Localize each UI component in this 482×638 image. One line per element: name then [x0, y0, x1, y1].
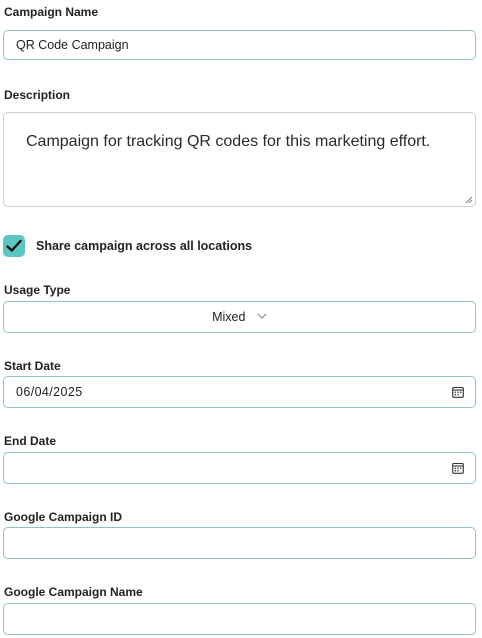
campaign-name-value: QR Code Campaign: [16, 38, 129, 52]
end-date-input[interactable]: [3, 452, 476, 484]
calendar-icon[interactable]: [452, 386, 464, 398]
share-campaign-label[interactable]: Share campaign across all locations: [36, 239, 252, 253]
usage-type-select[interactable]: Mixed: [3, 301, 476, 333]
google-campaign-name-label: Google Campaign Name: [4, 585, 143, 599]
campaign-name-input[interactable]: QR Code Campaign: [3, 30, 476, 60]
chevron-down-icon: [257, 313, 267, 319]
campaign-name-label: Campaign Name: [4, 5, 99, 19]
resize-handle-icon[interactable]: [465, 196, 473, 204]
google-campaign-id-input[interactable]: [3, 527, 476, 559]
end-date-label: End Date: [4, 434, 57, 448]
google-campaign-id-label: Google Campaign ID: [4, 510, 123, 524]
usage-type-display: Mixed: [4, 302, 475, 332]
campaign-form: Campaign Name QR Code Campaign Descripti…: [0, 0, 482, 638]
usage-type-label: Usage Type: [4, 283, 71, 297]
description-value: Campaign for tracking QR codes for this …: [26, 133, 431, 150]
usage-type-selected: Mixed: [212, 310, 246, 324]
checkmark-icon: [6, 239, 22, 252]
share-campaign-checkbox[interactable]: [3, 235, 25, 257]
start-date-input[interactable]: 06/04/2025: [3, 376, 476, 408]
description-textarea[interactable]: Campaign for tracking QR codes for this …: [3, 112, 476, 207]
calendar-icon[interactable]: [452, 462, 464, 474]
description-label: Description: [4, 88, 71, 102]
start-date-value: 06/04/2025: [16, 385, 83, 399]
start-date-label: Start Date: [4, 359, 61, 373]
google-campaign-name-input[interactable]: [3, 603, 476, 635]
